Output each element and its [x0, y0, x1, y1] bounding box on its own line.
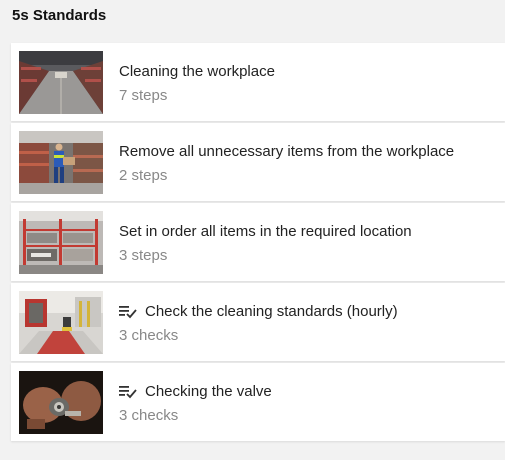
hands-valve-image — [19, 371, 103, 434]
list-item[interactable]: Check the cleaning standards (hourly) 3 … — [11, 283, 505, 361]
page: 5s Standards Cleaning the workplace 7 st… — [0, 0, 505, 460]
item-title: Remove all unnecessary items from the wo… — [119, 143, 455, 160]
list-item[interactable]: Remove all unnecessary items from the wo… — [11, 123, 505, 201]
thumbnail-image — [19, 131, 103, 194]
item-subtitle: 3 checks — [119, 327, 179, 344]
standards-list: Cleaning the workplace 7 steps Remove al… — [11, 43, 505, 443]
list-item[interactable]: Cleaning the workplace 7 steps — [11, 43, 505, 121]
item-subtitle: 3 steps — [119, 247, 168, 264]
item-subtitle: 7 steps — [119, 87, 168, 104]
thumbnail-image — [19, 51, 103, 114]
worker-at-shelves-image — [19, 131, 103, 194]
checklist-icon — [119, 385, 137, 399]
item-subtitle: 3 checks — [119, 407, 179, 424]
item-title: Set in order all items in the required l… — [119, 223, 412, 240]
thumbnail-image — [19, 371, 103, 434]
item-title: Cleaning the workplace — [119, 63, 275, 80]
thumbnail-image — [19, 211, 103, 274]
red-racking-image — [19, 211, 103, 274]
item-title: Check the cleaning standards (hourly) — [145, 303, 398, 320]
thumbnail-image — [19, 291, 103, 354]
list-item[interactable]: Set in order all items in the required l… — [11, 203, 505, 281]
checklist-icon — [119, 305, 137, 319]
item-subtitle: 2 steps — [119, 167, 168, 184]
item-title: Checking the valve — [145, 383, 272, 400]
forklift-hall-image — [19, 291, 103, 354]
list-item[interactable]: Checking the valve 3 checks — [11, 363, 505, 441]
section-title: 5s Standards — [12, 7, 107, 24]
warehouse-aisle-image — [19, 51, 103, 114]
